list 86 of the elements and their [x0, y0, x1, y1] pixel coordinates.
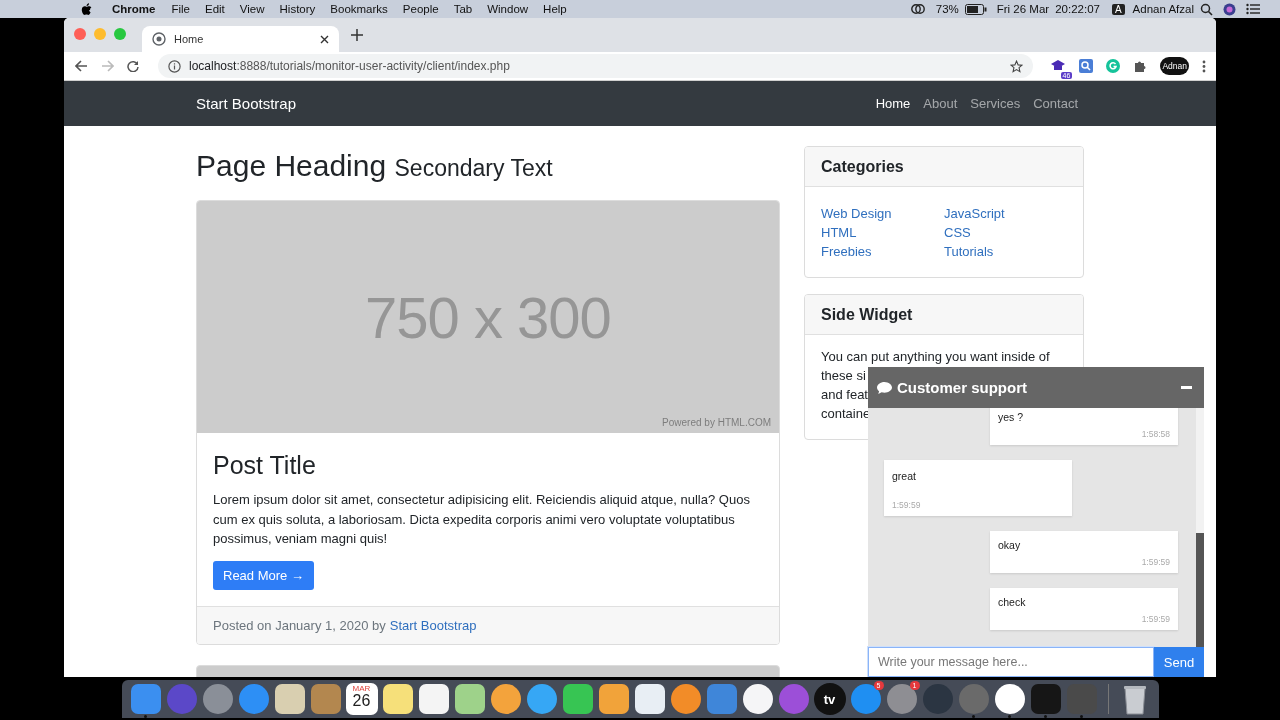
- reload-icon[interactable]: [127, 60, 139, 72]
- chat-title: Customer support: [897, 379, 1027, 396]
- info-icon[interactable]: [168, 59, 181, 73]
- menu-user[interactable]: Adnan Afzal: [1132, 3, 1194, 15]
- brand-link[interactable]: Start Bootstrap: [196, 95, 297, 112]
- message-time: 1:59:59: [1141, 557, 1170, 567]
- close-tab-icon[interactable]: [320, 34, 329, 44]
- app-icon[interactable]: [489, 683, 522, 715]
- category-link[interactable]: Web Design: [821, 204, 944, 223]
- nav-link[interactable]: Home: [875, 96, 911, 111]
- speech-bubble-icon: [876, 380, 893, 395]
- menu-item[interactable]: Help: [543, 3, 567, 15]
- browser-tab[interactable]: Home: [142, 26, 339, 52]
- rings-icon[interactable]: [909, 3, 926, 15]
- message-text: yes ?: [998, 411, 1025, 423]
- card-header: Categories: [805, 147, 1083, 187]
- message-text: great: [892, 470, 917, 482]
- message-time: 1:58:58: [1141, 429, 1170, 439]
- url-text: localhost:8888/tutorials/monitor-user-activity/client/index.php: [189, 59, 510, 73]
- app-icon[interactable]: [669, 683, 702, 715]
- card-header: Side Widget: [805, 295, 1083, 335]
- app-icon[interactable]: tv: [813, 683, 846, 715]
- app-icon[interactable]: [597, 683, 630, 715]
- widget-text: and feat: [821, 386, 868, 404]
- magnifier-square-icon[interactable]: [1079, 59, 1094, 73]
- globe-icon: [152, 32, 166, 46]
- calendar-icon[interactable]: MAR 26: [345, 683, 378, 715]
- puzzle-icon[interactable]: [1133, 59, 1148, 73]
- nav-link[interactable]: Contact: [1033, 96, 1078, 111]
- nav-link[interactable]: Services: [970, 96, 1021, 111]
- category-link[interactable]: Tutorials: [944, 242, 1067, 261]
- message-time: 1:59:59: [892, 500, 921, 510]
- menu-item[interactable]: People: [402, 3, 439, 15]
- nav-link[interactable]: About: [923, 96, 958, 111]
- menu-item[interactable]: Window: [487, 3, 529, 15]
- post-text: Lorem ipsum dolor sit amet, consectetur adipisicing elit. Reiciendis aliquid atque, nulla? Quos cum ex quis soluta, a laboriosam. Dicta expedita corporis animi vero voluptate voluptatibus possimus, veniam magni quis!: [213, 491, 751, 548]
- post-meta: Posted on January 1, 2020 by: [213, 617, 386, 633]
- widget-text: these si: [821, 367, 866, 385]
- app-icon[interactable]: [741, 683, 774, 715]
- post-title: Post Title: [213, 451, 317, 480]
- category-link[interactable]: CSS: [944, 223, 1067, 242]
- list-icon[interactable]: [1246, 3, 1260, 15]
- category-link[interactable]: Freebies: [821, 242, 944, 261]
- page-heading: Page Heading Secondary Text: [196, 148, 554, 184]
- mortarboard-icon[interactable]: [1050, 59, 1067, 73]
- read-more-button[interactable]: Read More →: [213, 560, 314, 590]
- input-source-indicator[interactable]: A: [1111, 3, 1125, 15]
- send-button[interactable]: Send: [1154, 647, 1204, 677]
- category-link[interactable]: HTML: [821, 223, 944, 242]
- category-link[interactable]: JavaScript: [944, 204, 1067, 223]
- profile-avatar[interactable]: Adnan: [1160, 57, 1189, 75]
- orb-icon[interactable]: [1223, 2, 1236, 16]
- widget-text: You can put anything you want inside of: [821, 348, 1050, 366]
- menu-date[interactable]: Fri 26 Mar: [996, 3, 1050, 15]
- app-icon[interactable]: [561, 683, 594, 715]
- menu-item[interactable]: Edit: [205, 3, 225, 15]
- battery-percent: 73%: [935, 3, 959, 15]
- message-text: check: [998, 596, 1027, 608]
- message-text: okay: [998, 539, 1022, 551]
- apple-icon[interactable]: [81, 2, 92, 16]
- widget-text: containe: [821, 405, 871, 423]
- star-icon[interactable]: [1010, 59, 1024, 73]
- search-icon[interactable]: [1200, 2, 1213, 16]
- app-icon[interactable]: [633, 683, 666, 715]
- back-icon[interactable]: [75, 60, 88, 72]
- battery-icon[interactable]: [964, 3, 987, 15]
- more-icon[interactable]: [1202, 59, 1206, 73]
- message-time: 1:59:59: [1141, 614, 1170, 624]
- app-icon[interactable]: [417, 683, 450, 715]
- app-icon[interactable]: [273, 683, 306, 715]
- message-input[interactable]: Write your message here...: [868, 647, 1154, 677]
- minus-icon: [1181, 386, 1192, 389]
- address-bar[interactable]: localhost:8888/tutorials/monitor-user-activity/client/index.php: [158, 54, 1034, 78]
- app-icon[interactable]: [993, 683, 1026, 715]
- author-link[interactable]: Start Bootstrap: [389, 617, 477, 633]
- app-icon[interactable]: [381, 683, 414, 715]
- menu-item[interactable]: History: [279, 3, 316, 15]
- scrollbar[interactable]: [1196, 408, 1204, 647]
- menu-time[interactable]: 20:22:07: [1055, 3, 1100, 15]
- menu-item[interactable]: View: [239, 3, 265, 15]
- menu-app-name[interactable]: Chrome: [112, 3, 156, 15]
- menu-item[interactable]: Tab: [453, 3, 473, 15]
- menu-item[interactable]: Bookmarks: [330, 3, 388, 15]
- app-icon[interactable]: [453, 683, 486, 715]
- new-tab-icon[interactable]: [351, 29, 363, 41]
- menu-item[interactable]: File: [171, 3, 190, 15]
